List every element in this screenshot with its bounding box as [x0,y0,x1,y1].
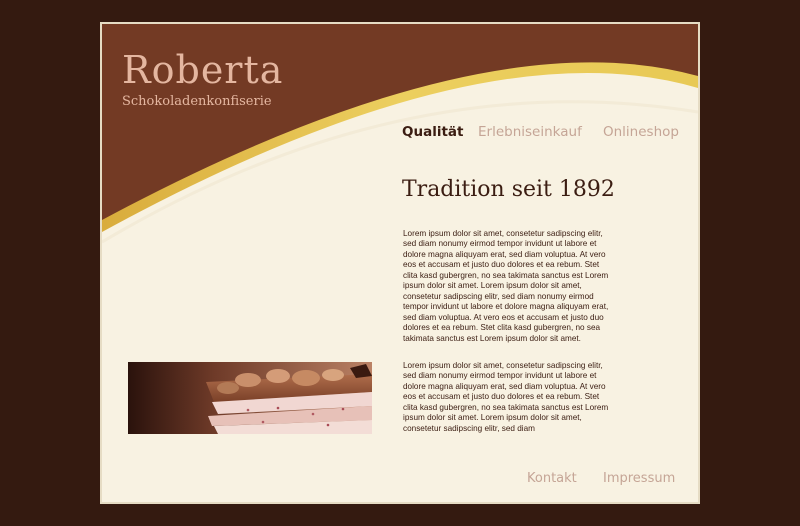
page-title: Tradition seit 1892 [402,177,615,202]
brand-logo-name[interactable]: Roberta [122,48,283,92]
page-card: Roberta Schokoladenkonfiserie Qualität E… [100,22,700,504]
brand-tagline: Schokoladenkonfiserie [122,94,272,109]
content-paragraph: Lorem ipsum dolor sit amet, consetetur s… [403,361,609,433]
chocolate-photo [128,362,372,434]
footer-link-kontakt[interactable]: Kontakt [527,471,577,486]
content-paragraph: Lorem ipsum dolor sit amet, consetetur s… [403,229,609,343]
nav-item-onlineshop[interactable]: Onlineshop [603,124,679,140]
footer-link-impressum[interactable]: Impressum [603,471,675,486]
nav-item-qualitaet[interactable]: Qualität [402,124,463,140]
nav-item-erlebniseinkauf[interactable]: Erlebniseinkauf [478,124,582,140]
